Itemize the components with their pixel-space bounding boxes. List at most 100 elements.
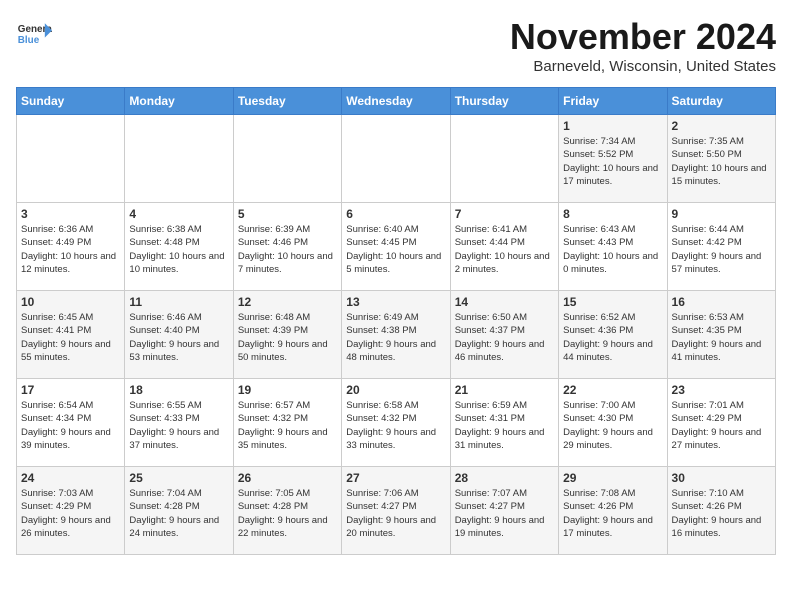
calendar-cell: 22Sunrise: 7:00 AM Sunset: 4:30 PM Dayli… <box>559 379 667 467</box>
day-info: Sunrise: 6:53 AM Sunset: 4:35 PM Dayligh… <box>672 311 771 364</box>
day-info: Sunrise: 7:10 AM Sunset: 4:26 PM Dayligh… <box>672 487 771 540</box>
calendar-cell: 26 Sunrise: 7:05 AM Sunset: 4:28 PM Dayli… <box>233 467 341 555</box>
location: Barneveld, Wisconsin, United States <box>510 58 776 75</box>
day-number: 13 <box>346 295 445 309</box>
calendar-cell: 10 Sunrise: 6:45 AM Sunset: 4:41 PM Dayli… <box>17 291 125 379</box>
calendar-header-row: SundayMondayTuesdayWednesdayThursdayFrid… <box>17 88 776 115</box>
day-number: 3 <box>21 207 120 221</box>
calendar-week-row: 3 Sunrise: 6:36 AM Sunset: 4:49 PM Daylig… <box>17 203 776 291</box>
calendar-cell: 15 Sunrise: 6:52 AM Sunset: 4:36 PM Dayli… <box>559 291 667 379</box>
day-info: Sunrise: 7:05 AM Sunset: 4:28 PM Dayligh… <box>238 487 337 540</box>
day-info: Sunrise: 7:01 AM Sunset: 4:29 PM Dayligh… <box>672 399 771 452</box>
day-number: 17 <box>21 383 120 397</box>
day-number: 20 <box>346 383 445 397</box>
day-number: 4 <box>129 207 228 221</box>
day-info: Sunrise: 6:54 AM Sunset: 4:34 PM Dayligh… <box>21 399 120 452</box>
day-info: Sunrise: 6:55 AM Sunset: 4:33 PM Dayligh… <box>129 399 228 452</box>
calendar-cell: 30 Sunrise: 7:10 AM Sunset: 4:26 PM Dayli… <box>667 467 775 555</box>
day-header: Saturday <box>667 88 775 115</box>
day-info: Sunrise: 7:08 AM Sunset: 4:26 PM Dayligh… <box>563 487 662 540</box>
day-info: Sunrise: 6:43 AM Sunset: 4:43 PM Dayligh… <box>563 223 662 276</box>
day-number: 7 <box>455 207 554 221</box>
calendar-cell <box>450 115 558 203</box>
day-number: 5 <box>238 207 337 221</box>
calendar-cell: 18 Sunrise: 6:55 AM Sunset: 4:33 PM Dayli… <box>125 379 233 467</box>
day-number: 6 <box>346 207 445 221</box>
day-header: Tuesday <box>233 88 341 115</box>
day-number: 28 <box>455 471 554 485</box>
day-number: 26 <box>238 471 337 485</box>
day-number: 11 <box>129 295 228 309</box>
day-number: 1 <box>563 119 662 133</box>
calendar-cell: 14Sunrise: 6:50 AM Sunset: 4:37 PM Dayli… <box>450 291 558 379</box>
title-area: November 2024 Barneveld, Wisconsin, Unit… <box>510 16 776 75</box>
day-number: 18 <box>129 383 228 397</box>
calendar-week-row: 24 Sunrise: 7:03 AM Sunset: 4:29 PM Dayli… <box>17 467 776 555</box>
day-number: 19 <box>238 383 337 397</box>
calendar-table: SundayMondayTuesdayWednesdayThursdayFrid… <box>16 87 776 555</box>
calendar-cell: 5 Sunrise: 6:39 AM Sunset: 4:46 PM Daylig… <box>233 203 341 291</box>
calendar-cell: 19 Sunrise: 6:57 AM Sunset: 4:32 PM Dayli… <box>233 379 341 467</box>
day-header: Wednesday <box>342 88 450 115</box>
calendar-cell: 11 Sunrise: 6:46 AM Sunset: 4:40 PM Dayli… <box>125 291 233 379</box>
day-info: Sunrise: 6:39 AM Sunset: 4:46 PM Dayligh… <box>238 223 337 276</box>
calendar-cell: 27 Sunrise: 7:06 AM Sunset: 4:27 PM Dayli… <box>342 467 450 555</box>
calendar-week-row: 17 Sunrise: 6:54 AM Sunset: 4:34 PM Dayli… <box>17 379 776 467</box>
logo: General Blue General Blue <box>16 16 52 52</box>
day-number: 9 <box>672 207 771 221</box>
day-number: 10 <box>21 295 120 309</box>
day-info: Sunrise: 7:34 AM Sunset: 5:52 PM Dayligh… <box>563 135 662 188</box>
day-info: Sunrise: 6:46 AM Sunset: 4:40 PM Dayligh… <box>129 311 228 364</box>
day-header: Monday <box>125 88 233 115</box>
day-info: Sunrise: 6:49 AM Sunset: 4:38 PM Dayligh… <box>346 311 445 364</box>
day-number: 16 <box>672 295 771 309</box>
header: General Blue General Blue November 2024 … <box>16 16 776 75</box>
calendar-body: 1 Sunrise: 7:34 AM Sunset: 5:52 PM Daylig… <box>17 115 776 555</box>
day-info: Sunrise: 7:04 AM Sunset: 4:28 PM Dayligh… <box>129 487 228 540</box>
calendar-cell: 29 Sunrise: 7:08 AM Sunset: 4:26 PM Dayli… <box>559 467 667 555</box>
calendar-cell: 17 Sunrise: 6:54 AM Sunset: 4:34 PM Dayli… <box>17 379 125 467</box>
calendar-cell: 16 Sunrise: 6:53 AM Sunset: 4:35 PM Dayli… <box>667 291 775 379</box>
day-number: 29 <box>563 471 662 485</box>
day-info: Sunrise: 7:03 AM Sunset: 4:29 PM Dayligh… <box>21 487 120 540</box>
day-number: 21 <box>455 383 554 397</box>
calendar-cell: 24 Sunrise: 7:03 AM Sunset: 4:29 PM Dayli… <box>17 467 125 555</box>
day-info: Sunrise: 6:36 AM Sunset: 4:49 PM Dayligh… <box>21 223 120 276</box>
calendar-cell: 9Sunrise: 6:44 AM Sunset: 4:42 PM Daylig… <box>667 203 775 291</box>
day-info: Sunrise: 6:38 AM Sunset: 4:48 PM Dayligh… <box>129 223 228 276</box>
calendar-cell <box>17 115 125 203</box>
day-number: 2 <box>672 119 771 133</box>
day-number: 25 <box>129 471 228 485</box>
calendar-week-row: 10 Sunrise: 6:45 AM Sunset: 4:41 PM Dayli… <box>17 291 776 379</box>
calendar-cell: 12Sunrise: 6:48 AM Sunset: 4:39 PM Dayli… <box>233 291 341 379</box>
day-number: 30 <box>672 471 771 485</box>
day-number: 15 <box>563 295 662 309</box>
logo-icon: General Blue <box>16 16 52 52</box>
calendar-week-row: 1 Sunrise: 7:34 AM Sunset: 5:52 PM Daylig… <box>17 115 776 203</box>
day-header: Thursday <box>450 88 558 115</box>
month-title: November 2024 <box>510 16 776 58</box>
day-number: 24 <box>21 471 120 485</box>
day-info: Sunrise: 6:57 AM Sunset: 4:32 PM Dayligh… <box>238 399 337 452</box>
day-header: Friday <box>559 88 667 115</box>
day-number: 27 <box>346 471 445 485</box>
day-info: Sunrise: 6:59 AM Sunset: 4:31 PM Dayligh… <box>455 399 554 452</box>
day-info: Sunrise: 7:06 AM Sunset: 4:27 PM Dayligh… <box>346 487 445 540</box>
calendar-cell <box>233 115 341 203</box>
day-number: 12 <box>238 295 337 309</box>
calendar-cell: 1 Sunrise: 7:34 AM Sunset: 5:52 PM Daylig… <box>559 115 667 203</box>
calendar-cell: 8 Sunrise: 6:43 AM Sunset: 4:43 PM Daylig… <box>559 203 667 291</box>
day-number: 8 <box>563 207 662 221</box>
calendar-cell: 20Sunrise: 6:58 AM Sunset: 4:32 PM Dayli… <box>342 379 450 467</box>
calendar-cell: 6 Sunrise: 6:40 AM Sunset: 4:45 PM Daylig… <box>342 203 450 291</box>
calendar-cell: 28 Sunrise: 7:07 AM Sunset: 4:27 PM Dayli… <box>450 467 558 555</box>
day-info: Sunrise: 6:40 AM Sunset: 4:45 PM Dayligh… <box>346 223 445 276</box>
day-info: Sunrise: 7:07 AM Sunset: 4:27 PM Dayligh… <box>455 487 554 540</box>
svg-text:Blue: Blue <box>18 35 40 46</box>
day-info: Sunrise: 6:52 AM Sunset: 4:36 PM Dayligh… <box>563 311 662 364</box>
calendar-cell: 23 Sunrise: 7:01 AM Sunset: 4:29 PM Dayli… <box>667 379 775 467</box>
day-number: 23 <box>672 383 771 397</box>
day-info: Sunrise: 6:45 AM Sunset: 4:41 PM Dayligh… <box>21 311 120 364</box>
calendar-cell: 25 Sunrise: 7:04 AM Sunset: 4:28 PM Dayli… <box>125 467 233 555</box>
calendar-cell <box>125 115 233 203</box>
